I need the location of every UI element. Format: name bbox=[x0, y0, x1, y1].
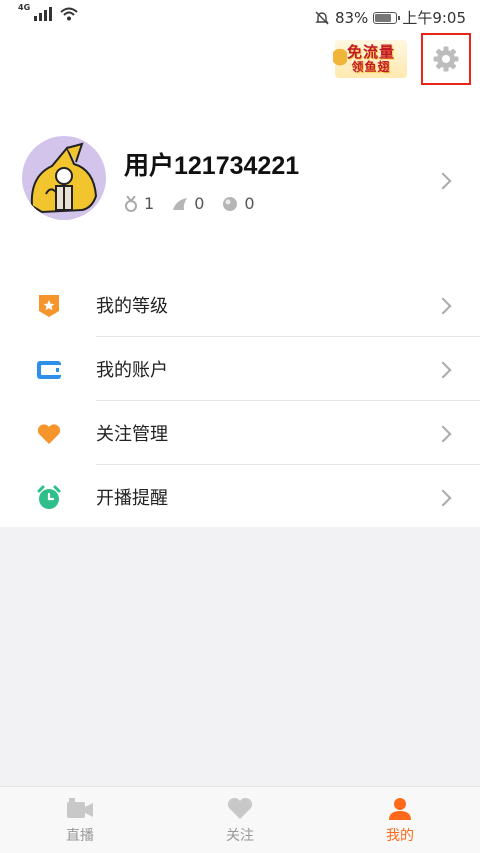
tab-label: 关注 bbox=[226, 828, 254, 844]
status-bar: 4G 83% 上午9:05 bbox=[0, 0, 480, 34]
battery-icon bbox=[373, 11, 401, 24]
tab-follow[interactable]: 关注 bbox=[160, 787, 320, 853]
alarm-clock-icon bbox=[37, 485, 61, 509]
tab-label: 我的 bbox=[386, 828, 414, 844]
stat-pearl: 0 bbox=[222, 194, 255, 213]
signal-icon bbox=[34, 7, 53, 21]
stat-medal: 1 bbox=[124, 194, 154, 213]
wallet-icon bbox=[37, 361, 61, 379]
menu-label: 我的等级 bbox=[96, 296, 168, 317]
profile-card[interactable]: 用户121734221 1 0 0 bbox=[0, 130, 480, 225]
bottom-nav: 直播 关注 我的 bbox=[0, 786, 480, 853]
tab-mine[interactable]: 我的 bbox=[320, 787, 480, 853]
wifi-icon bbox=[60, 7, 78, 21]
username: 用户121734221 bbox=[124, 152, 300, 180]
free-data-promo-banner[interactable]: 免流量 领鱼翅 bbox=[333, 40, 407, 78]
promo-line-2: 领鱼翅 bbox=[351, 60, 391, 74]
heart-icon bbox=[37, 424, 61, 444]
mascot-icon bbox=[333, 48, 347, 74]
chevron-right-icon bbox=[434, 361, 452, 379]
chevron-right-icon bbox=[434, 172, 452, 190]
medal-icon bbox=[125, 195, 137, 212]
fin-icon bbox=[173, 197, 188, 210]
level-badge-icon bbox=[39, 295, 59, 317]
menu-item-my-level[interactable]: 我的等级 bbox=[0, 273, 480, 337]
avatar[interactable] bbox=[22, 136, 106, 220]
clock-time: 上午9:05 bbox=[402, 9, 466, 27]
tab-live[interactable]: 直播 bbox=[0, 787, 160, 853]
fish-mascot-avatar-icon bbox=[30, 142, 98, 214]
menu-label: 我的账户 bbox=[96, 360, 168, 381]
pearl-count: 0 bbox=[244, 194, 255, 213]
chevron-right-icon bbox=[434, 297, 452, 315]
medal-count: 1 bbox=[144, 194, 155, 213]
menu-label: 关注管理 bbox=[96, 424, 168, 445]
tab-label: 直播 bbox=[66, 828, 94, 844]
pearl-icon bbox=[223, 196, 238, 211]
chevron-right-icon bbox=[434, 425, 452, 443]
chevron-right-icon bbox=[434, 489, 452, 507]
network-type: 4G bbox=[18, 3, 31, 12]
settings-button[interactable] bbox=[421, 33, 471, 85]
person-icon bbox=[389, 798, 411, 820]
user-stats: 1 0 0 bbox=[124, 194, 255, 213]
mute-bell-icon bbox=[315, 11, 329, 24]
gear-icon bbox=[433, 46, 459, 72]
stat-fin: 0 bbox=[172, 194, 204, 213]
heart-icon bbox=[227, 797, 253, 819]
menu-item-my-account[interactable]: 我的账户 bbox=[0, 337, 480, 401]
live-camera-icon bbox=[67, 798, 93, 818]
settings-menu: 我的等级 我的账户 关注管理 开播提醒 bbox=[0, 273, 480, 529]
battery-percent: 83% bbox=[334, 8, 369, 27]
promo-line-1: 免流量 bbox=[346, 43, 395, 61]
fin-count: 0 bbox=[194, 194, 205, 213]
menu-label: 开播提醒 bbox=[96, 488, 168, 509]
menu-item-follow-management[interactable]: 关注管理 bbox=[0, 401, 480, 465]
menu-item-live-reminder[interactable]: 开播提醒 bbox=[0, 465, 480, 529]
